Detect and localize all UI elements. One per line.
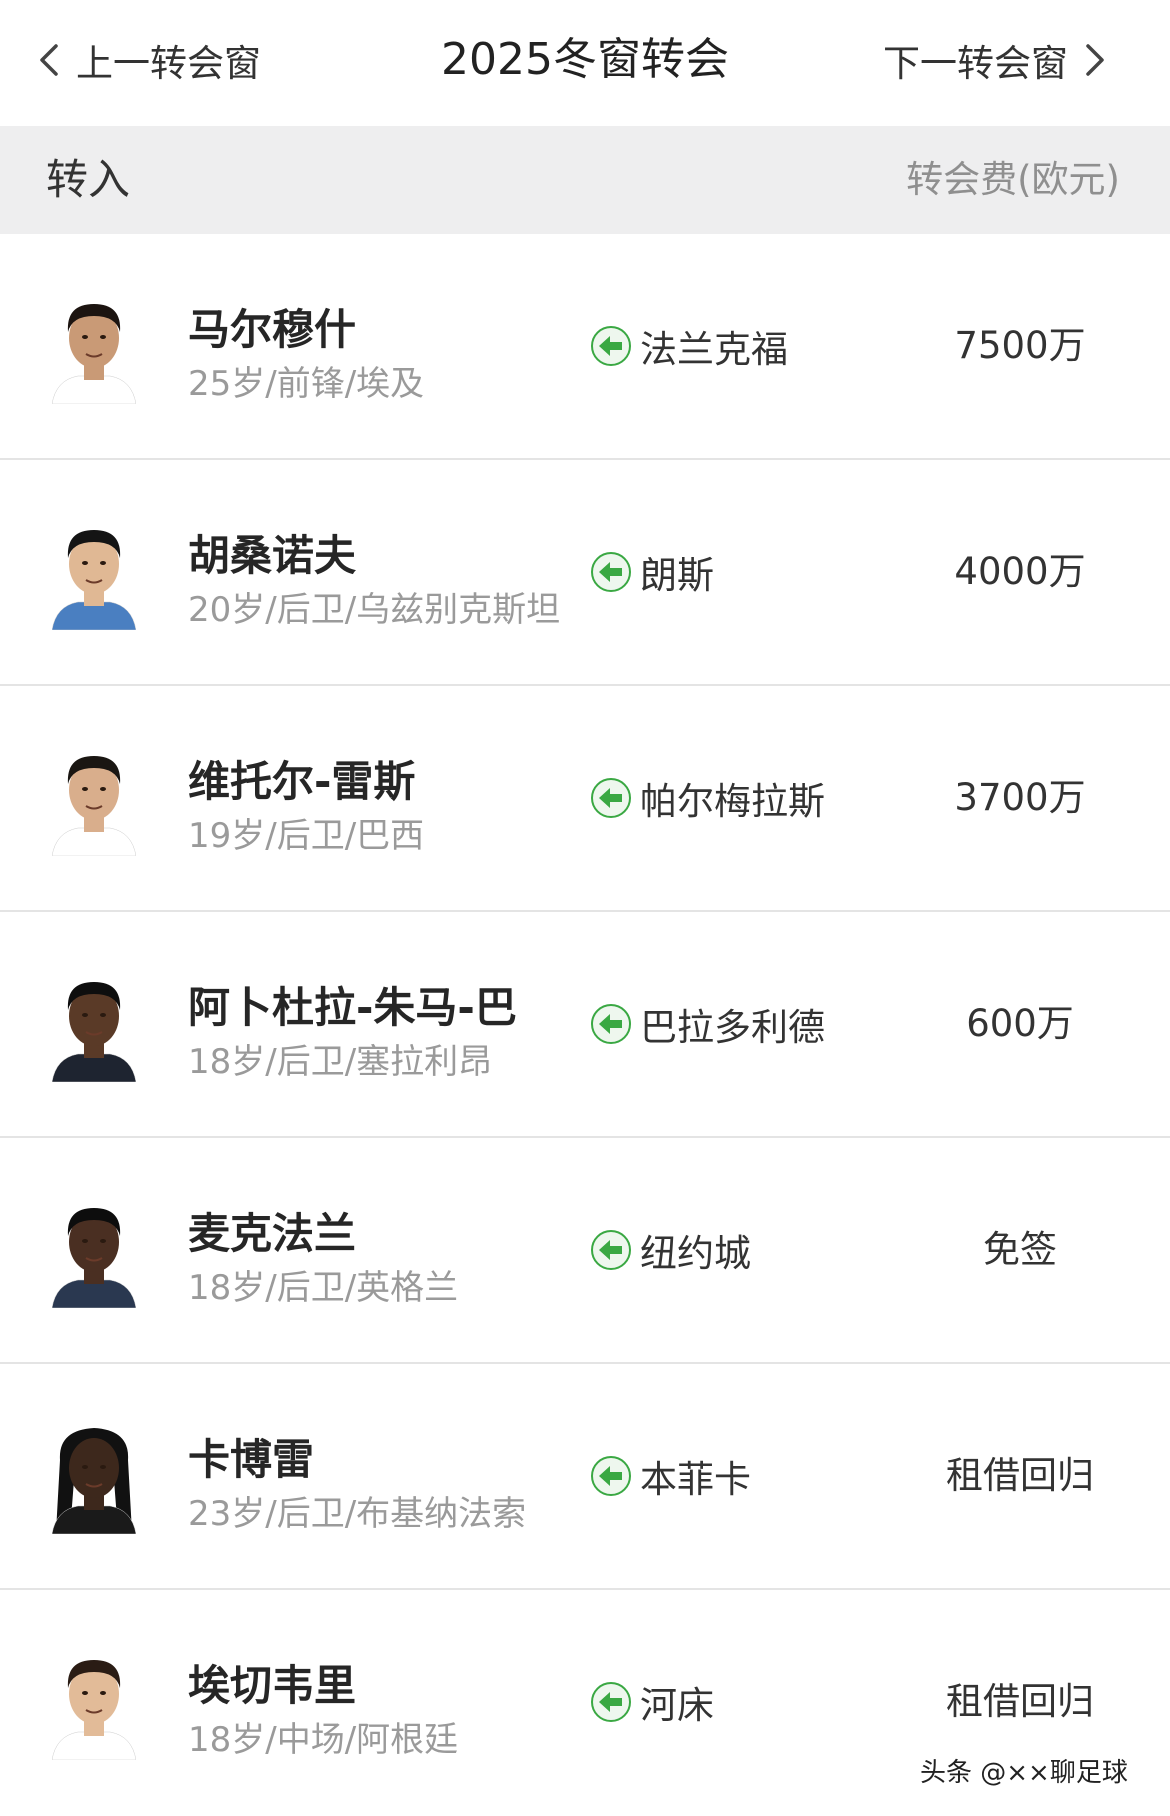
- from-club-name: 巴拉多利德: [640, 1006, 825, 1049]
- from-club-name: 朗斯: [640, 554, 714, 597]
- watermark: 头条 @××聊足球: [920, 1758, 1128, 1788]
- player-photo: [52, 304, 136, 404]
- player-photo: [52, 756, 136, 856]
- from-club: 朗斯: [590, 546, 714, 598]
- player-photo: [52, 530, 136, 630]
- player-info: 23岁/后卫/布基纳法索: [188, 1494, 527, 1534]
- player-info: 19岁/后卫/巴西: [188, 816, 425, 856]
- transfer-in-arrow-icon: [591, 1004, 631, 1044]
- player-name: 维托尔-雷斯: [188, 757, 416, 806]
- transfer-fee: 免签: [983, 1228, 1057, 1271]
- next-window-label: 下一转会窗: [883, 42, 1068, 85]
- chevron-right-icon: [1086, 44, 1104, 76]
- from-club-name: 帕尔梅拉斯: [640, 780, 825, 823]
- from-club: 帕尔梅拉斯: [590, 772, 825, 824]
- player-info: 18岁/后卫/塞拉利昂: [188, 1042, 493, 1082]
- transfer-in-arrow-icon: [591, 1682, 631, 1722]
- transfer-fee: 4000万: [954, 550, 1086, 593]
- player-name: 胡桑诺夫: [188, 531, 357, 580]
- player-photo: [52, 982, 136, 1082]
- player-photo: [52, 1428, 136, 1534]
- player-name: 埃切韦里: [188, 1661, 357, 1710]
- page-title: 2025冬窗转会: [441, 34, 729, 85]
- section-header: 转入 转会费(欧元): [0, 126, 1170, 234]
- transfer-fee: 600万: [966, 1002, 1074, 1045]
- fee-column-header: 转会费(欧元): [906, 158, 1120, 201]
- transfer-in-arrow-icon: [591, 1230, 631, 1270]
- section-title-transfer-in: 转入: [46, 155, 131, 204]
- player-avatar: [52, 968, 136, 1082]
- player-row[interactable]: 卡博雷 23岁/后卫/布基纳法索 本菲卡 租借回归: [0, 1364, 1170, 1590]
- top-nav-bar: 2025冬窗转会 上一转会窗 下一转会窗: [0, 0, 1170, 126]
- player-info: 18岁/后卫/英格兰: [188, 1268, 459, 1308]
- chevron-left-icon: [40, 44, 58, 76]
- player-avatar: [52, 1420, 136, 1534]
- player-row[interactable]: 阿卜杜拉-朱马-巴 18岁/后卫/塞拉利昂 巴拉多利德 600万: [0, 912, 1170, 1138]
- from-club: 法兰克福: [590, 320, 788, 372]
- transfer-list: 马尔穆什 25岁/前锋/埃及 法兰克福 7500万 胡桑诺夫 20岁/后卫/乌兹…: [0, 234, 1170, 1816]
- transfer-fee: 7500万: [954, 324, 1086, 367]
- transfer-in-arrow-icon: [591, 326, 631, 366]
- transfer-in-arrow-icon: [591, 778, 631, 818]
- player-name: 麦克法兰: [188, 1209, 357, 1258]
- from-club: 本菲卡: [590, 1450, 751, 1502]
- player-name: 阿卜杜拉-朱马-巴: [188, 983, 517, 1032]
- from-club: 巴拉多利德: [590, 998, 825, 1050]
- from-club-name: 纽约城: [640, 1232, 751, 1275]
- transfer-fee: 租借回归: [946, 1680, 1094, 1723]
- from-club-name: 法兰克福: [640, 328, 788, 371]
- player-avatar: [52, 1194, 136, 1308]
- player-photo: [52, 1208, 136, 1308]
- player-row[interactable]: 马尔穆什 25岁/前锋/埃及 法兰克福 7500万: [0, 234, 1170, 460]
- player-photo: [52, 1660, 136, 1760]
- prev-window-button[interactable]: 上一转会窗: [36, 30, 261, 90]
- player-avatar: [52, 742, 136, 856]
- transfer-in-arrow-icon: [591, 552, 631, 592]
- player-info: 18岁/中场/阿根廷: [188, 1720, 459, 1760]
- player-row[interactable]: 麦克法兰 18岁/后卫/英格兰 纽约城 免签: [0, 1138, 1170, 1364]
- player-row[interactable]: 胡桑诺夫 20岁/后卫/乌兹别克斯坦 朗斯 4000万: [0, 460, 1170, 686]
- player-name: 卡博雷: [188, 1435, 315, 1484]
- player-avatar: [52, 1646, 136, 1760]
- from-club: 河床: [590, 1676, 714, 1728]
- player-info: 20岁/后卫/乌兹别克斯坦: [188, 590, 561, 630]
- transfer-in-arrow-icon: [591, 1456, 631, 1496]
- transfer-fee: 租借回归: [946, 1454, 1094, 1497]
- player-avatar: [52, 290, 136, 404]
- player-info: 25岁/前锋/埃及: [188, 364, 425, 404]
- from-club: 纽约城: [590, 1224, 751, 1276]
- next-window-button[interactable]: 下一转会窗: [883, 30, 1108, 90]
- from-club-name: 本菲卡: [640, 1458, 751, 1501]
- player-row[interactable]: 维托尔-雷斯 19岁/后卫/巴西 帕尔梅拉斯 3700万: [0, 686, 1170, 912]
- from-club-name: 河床: [640, 1684, 714, 1727]
- transfer-fee: 3700万: [954, 776, 1086, 819]
- player-name: 马尔穆什: [188, 305, 357, 354]
- prev-window-label: 上一转会窗: [76, 42, 261, 85]
- player-avatar: [52, 516, 136, 630]
